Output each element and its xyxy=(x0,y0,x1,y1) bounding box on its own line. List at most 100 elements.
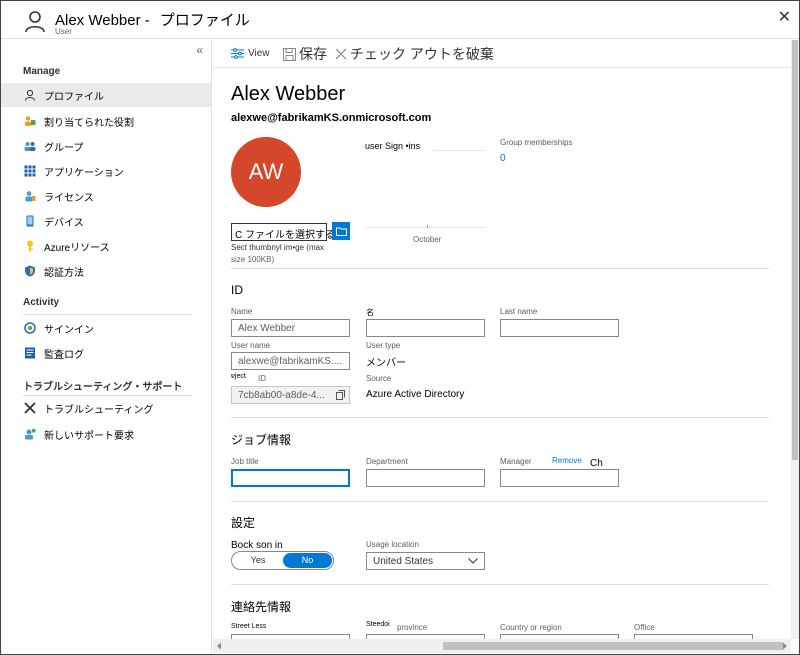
command-bar: View 保存 チェック アウトを破棄 xyxy=(213,40,791,68)
sidebar-item-profile[interactable]: プロファイル xyxy=(1,83,211,107)
discard-label: チェック アウトを破棄 xyxy=(350,46,494,62)
remove-manager-link[interactable]: Remove xyxy=(552,456,582,465)
toggle-no[interactable]: No xyxy=(283,553,332,568)
sidebar-item-label: 監査ログ xyxy=(44,349,84,361)
avatar-initials: AW xyxy=(248,159,284,184)
sidebar-item-licenses[interactable]: ライセンス xyxy=(1,184,211,208)
name-field[interactable]: Alex Webber xyxy=(231,319,350,337)
audit-icon xyxy=(25,347,35,359)
country-label: Country or region xyxy=(500,623,562,632)
section-job-heading: ジョブ情報 xyxy=(231,433,292,447)
object-id-field[interactable]: 7cb8ab00-a8de-4... xyxy=(231,386,350,404)
signins-chart-title: user Sign •ins xyxy=(365,141,421,151)
sidebar-item-azure-resources[interactable]: Azureリソース xyxy=(1,234,211,258)
close-button[interactable]: ✕ xyxy=(778,7,791,27)
collapse-sidebar-button[interactable]: « xyxy=(196,43,203,57)
usage-location-dropdown[interactable]: United States xyxy=(366,552,485,570)
view-button[interactable]: View xyxy=(231,48,270,59)
department-label: Department xyxy=(366,457,408,466)
support-icon xyxy=(25,429,36,440)
settings-sliders-icon xyxy=(231,48,244,59)
sidebar-item-troubleshooting[interactable]: トラブルシューティング xyxy=(1,396,211,420)
sidebar-item-label: デバイス xyxy=(44,217,84,229)
section-manage: Manage xyxy=(23,66,61,77)
department-field[interactable] xyxy=(366,469,485,487)
device-icon xyxy=(26,215,34,227)
sidebar-item-label: トラブルシューティング xyxy=(44,404,154,416)
last-name-label: Last name xyxy=(500,307,538,316)
horizontal-scroll-thumb[interactable] xyxy=(443,642,783,650)
section-contact-heading: 連絡先情報 xyxy=(231,600,292,614)
sidebar-item-new-support-request[interactable]: 新しいサポート要求 xyxy=(1,422,211,446)
tools-icon xyxy=(24,402,36,414)
thumbnail-hint: Sect thumbnyl im•ge (max xyxy=(231,243,325,252)
sidebar-item-label: プロファイル xyxy=(44,91,104,103)
discard-checkout-button[interactable]: チェック アウトを破棄 xyxy=(335,44,494,64)
street-label: Street Less xyxy=(231,623,267,630)
object-id-value: 7cb8ab00-a8de-4... xyxy=(238,390,325,401)
close-icon xyxy=(335,48,347,60)
group-memberships-count[interactable]: 0 xyxy=(500,153,506,164)
copy-icon[interactable] xyxy=(336,390,345,400)
page-title: Alex Webber xyxy=(231,83,346,105)
sidebar-item-roles[interactable]: 割り当てられた役割 xyxy=(1,109,211,133)
chart-tick xyxy=(427,225,428,228)
divider xyxy=(231,417,769,418)
thumbnail-hint-size: size 100KB) xyxy=(231,255,275,264)
choose-file-button[interactable]: C ファイルを選択する xyxy=(231,223,335,241)
sidebar-item-devices[interactable]: デバイス xyxy=(1,209,211,233)
sidebar-item-label: Azureリソース xyxy=(44,242,110,254)
license-icon xyxy=(25,191,36,202)
view-label: View xyxy=(248,48,270,59)
apps-icon xyxy=(24,165,36,177)
sidebar: « Manage プロファイル 割り当てられた役割 グループ アプリケーション … xyxy=(1,40,212,654)
toggle-yes[interactable]: Yes xyxy=(232,552,284,569)
avatar: AW xyxy=(231,137,301,207)
sidebar-item-auth-methods[interactable]: 認証方法 xyxy=(1,259,211,283)
profile-content: Alex Webber alexwe@fabrikamKS.onmicrosof… xyxy=(213,69,791,639)
job-title-label: Job title xyxy=(231,457,259,466)
user-principal-name: alexwe@fabrikamKS.onmicrosoft.com xyxy=(231,112,432,124)
sidebar-item-label: 認証方法 xyxy=(44,267,84,279)
horizontal-scrollbar[interactable] xyxy=(213,639,791,653)
sidebar-item-signins[interactable]: サインイン xyxy=(1,316,211,340)
shield-icon xyxy=(25,265,35,277)
folder-icon xyxy=(335,227,347,236)
scroll-right-arrow-icon[interactable] xyxy=(782,642,788,650)
window-subtitle: User xyxy=(55,27,72,36)
manager-field[interactable] xyxy=(500,469,619,487)
job-title-field[interactable] xyxy=(231,469,350,487)
divider xyxy=(231,268,769,269)
signin-icon xyxy=(24,322,36,334)
block-signin-toggle[interactable]: Yes No xyxy=(231,551,334,570)
section-activity: Activity xyxy=(23,297,60,308)
object-id-label: ID xyxy=(258,374,266,383)
section-identity-heading: ID xyxy=(231,283,243,297)
block-signin-label: Bock son in xyxy=(231,540,283,551)
username-field[interactable]: alexwe@fabrikamKS.... xyxy=(231,352,350,370)
vertical-scroll-thumb[interactable] xyxy=(792,40,798,460)
save-button[interactable]: 保存 xyxy=(283,44,327,64)
last-name-field[interactable] xyxy=(500,319,619,337)
section-settings-heading: 設定 xyxy=(231,516,256,530)
sidebar-item-label: ライセンス xyxy=(44,192,94,204)
sidebar-item-audit-logs[interactable]: 監査ログ xyxy=(1,341,211,365)
usage-location-label: Usage location xyxy=(366,540,419,549)
change-manager-link[interactable]: Ch xyxy=(590,458,603,469)
title-bar: Alex Webber - プロファイル User ✕ xyxy=(1,1,799,39)
sidebar-item-label: サインイン xyxy=(44,324,94,336)
groups-icon xyxy=(24,142,36,151)
user-type-value: メンバー xyxy=(366,358,406,369)
sidebar-item-groups[interactable]: グループ xyxy=(1,134,211,158)
state-label-prefix: Steedoi xyxy=(366,621,390,628)
key-icon xyxy=(27,240,33,252)
roles-icon xyxy=(25,116,36,126)
state-label: province xyxy=(397,623,428,632)
scroll-left-arrow-icon[interactable] xyxy=(216,642,222,650)
vertical-scrollbar[interactable] xyxy=(791,40,799,639)
first-name-field[interactable] xyxy=(366,319,485,337)
sidebar-item-applications[interactable]: アプリケーション xyxy=(1,159,211,183)
section-troubleshooting: トラブルシューティング・サポート xyxy=(23,382,183,393)
upload-button[interactable] xyxy=(332,222,350,240)
source-label: Source xyxy=(366,374,392,383)
